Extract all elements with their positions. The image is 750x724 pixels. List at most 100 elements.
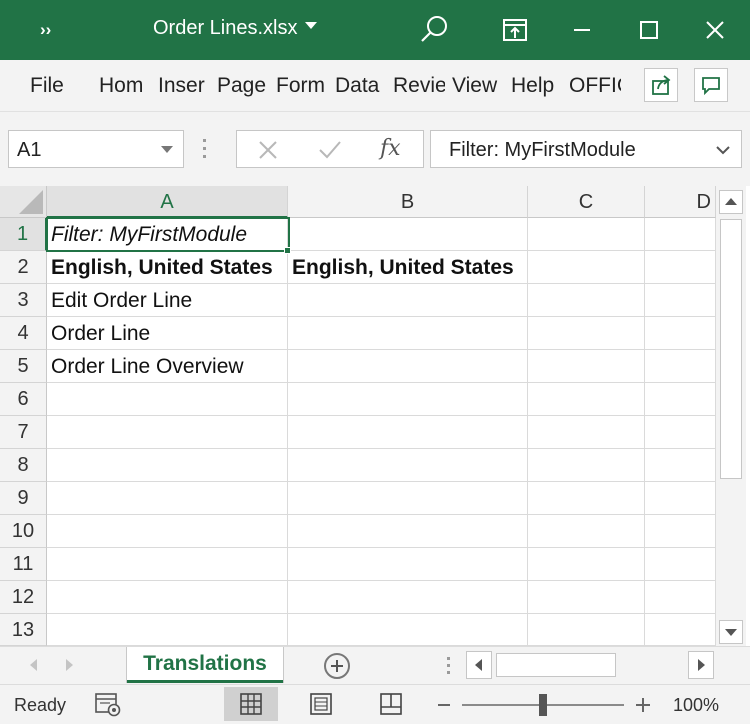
grid-cell[interactable] [47,383,288,416]
grid-cell[interactable] [528,416,645,449]
tab-page-layout[interactable]: Page [217,74,269,98]
grid-cell[interactable] [528,350,645,383]
grid-cell[interactable] [645,581,716,614]
name-box-dropdown-icon[interactable] [161,146,173,153]
grid-cell[interactable] [645,350,716,383]
search-button[interactable] [416,12,452,48]
tab-office[interactable]: OFFIC [569,74,621,98]
grid-cell[interactable] [47,614,288,646]
row-header-12[interactable]: 12 [0,581,47,614]
previous-sheet-icon[interactable] [30,659,37,671]
name-box[interactable]: A1 [8,130,184,168]
row-header-5[interactable]: 5 [0,350,47,383]
grid-cell[interactable] [288,416,528,449]
grid-cell[interactable] [645,614,716,646]
grid-cell[interactable] [528,284,645,317]
grid-cell[interactable] [288,548,528,581]
row-header-2[interactable]: 2 [0,251,47,284]
enter-checkmark-icon[interactable] [317,139,343,161]
normal-view-button[interactable] [224,687,278,721]
add-sheet-icon[interactable] [324,653,350,679]
page-layout-view-button[interactable] [294,687,348,721]
close-button[interactable] [697,12,733,48]
insert-function-button[interactable]: fx [380,136,401,161]
grid-cell[interactable] [288,383,528,416]
row-header-3[interactable]: 3 [0,284,47,317]
scroll-left-button[interactable] [466,651,492,679]
maximize-button[interactable] [631,12,667,48]
cell-b2[interactable]: English, United States [288,251,528,284]
grid-cell[interactable] [645,317,716,350]
grid-cell[interactable] [645,515,716,548]
grid-cell[interactable] [288,449,528,482]
vertical-scrollbar[interactable] [716,186,746,646]
document-title[interactable]: Order Lines.xlsx [153,17,298,40]
tab-splitter-grip[interactable] [447,657,451,678]
cancel-icon[interactable] [257,139,279,161]
grid-cell[interactable] [645,416,716,449]
grid-cell[interactable] [645,482,716,515]
tab-insert[interactable]: Inser [158,74,210,98]
scroll-up-button[interactable] [719,190,743,214]
zoom-out-icon[interactable] [438,704,450,706]
scroll-right-button[interactable] [688,651,714,679]
horizontal-scrollbar[interactable] [466,651,718,679]
grid-cell[interactable] [645,251,716,284]
row-header-11[interactable]: 11 [0,548,47,581]
comments-button[interactable] [694,68,728,102]
grid-cell[interactable] [645,383,716,416]
grid-cell[interactable] [288,515,528,548]
grid-cell[interactable] [528,614,645,646]
grid-cell[interactable] [645,284,716,317]
row-header-6[interactable]: 6 [0,383,47,416]
row-header-8[interactable]: 8 [0,449,47,482]
accessibility-button[interactable] [92,689,124,719]
grid-cell[interactable] [528,548,645,581]
zoom-in-icon[interactable] [636,698,650,712]
column-header-a[interactable]: A [47,186,288,218]
grid-cell[interactable] [288,614,528,646]
grid-cell[interactable] [47,548,288,581]
expand-formula-bar-icon[interactable] [715,144,731,156]
tab-home[interactable]: Hom [99,74,151,98]
zoom-level[interactable]: 100% [673,695,719,716]
formula-input[interactable]: Filter: MyFirstModule [430,130,742,168]
grid-cell[interactable] [528,218,645,251]
share-button[interactable] [644,68,678,102]
grid-cell[interactable] [288,284,528,317]
horizontal-scroll-thumb[interactable] [496,653,616,677]
grid-cell[interactable] [47,515,288,548]
grid-cell[interactable] [528,317,645,350]
row-header-13[interactable]: 13 [0,614,47,646]
title-dropdown-icon[interactable] [305,22,317,29]
grid-cell[interactable] [528,383,645,416]
row-header-4[interactable]: 4 [0,317,47,350]
grid-cell[interactable] [288,317,528,350]
grid-cell[interactable] [288,581,528,614]
tab-review[interactable]: Revie [393,74,445,98]
tab-formulas[interactable]: Form [276,74,328,98]
fill-handle[interactable] [284,247,291,254]
page-break-view-button[interactable] [364,687,418,721]
column-header-d[interactable]: D [645,186,716,218]
scroll-down-button[interactable] [719,620,743,644]
grid-cell[interactable] [645,548,716,581]
grid-cell[interactable] [645,449,716,482]
tab-file[interactable]: File [30,74,70,98]
grid-cell[interactable] [47,581,288,614]
grid-cell[interactable] [528,251,645,284]
select-all-button[interactable] [0,186,47,218]
worksheet-grid[interactable]: A B C D 1 2 3 4 5 6 7 8 9 10 11 12 13 Fi… [0,186,750,646]
grid-cell[interactable] [47,449,288,482]
row-header-9[interactable]: 9 [0,482,47,515]
tab-help[interactable]: Help [511,74,563,98]
cell-a3[interactable]: Edit Order Line [47,284,288,317]
tab-data[interactable]: Data [335,74,387,98]
quick-access-more-button[interactable]: ›› [40,20,51,40]
column-header-b[interactable]: B [288,186,528,218]
zoom-slider-thumb[interactable] [539,694,547,716]
grid-cell[interactable] [528,581,645,614]
sheet-tab-translations[interactable]: Translations [127,647,283,683]
display-options-button[interactable] [497,12,533,48]
next-sheet-icon[interactable] [66,659,73,671]
